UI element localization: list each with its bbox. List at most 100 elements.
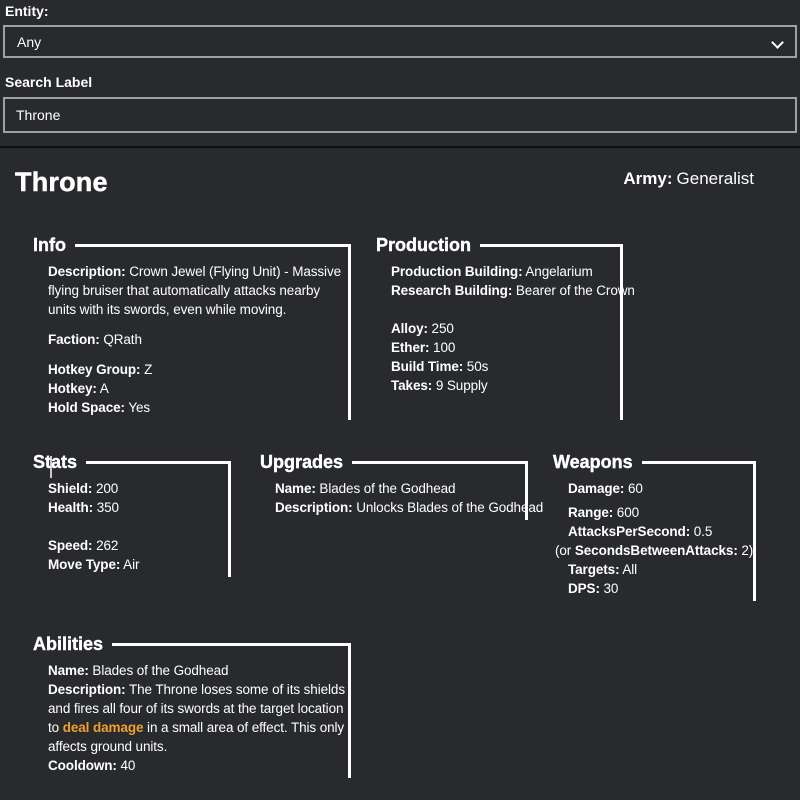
- stat-line: Description: Crown Jewel (Flying Unit) -…: [48, 262, 345, 319]
- stat-value: 250: [428, 321, 454, 336]
- text-cursor: [50, 456, 52, 478]
- stat-line: Research Building: Bearer of the Crown: [391, 281, 617, 300]
- army-value: Generalist: [677, 169, 754, 188]
- stat-label: Hotkey Group:: [48, 362, 140, 377]
- section-weapons: Weapons Damage: 60 Range: 600 AttacksPerSec…: [553, 451, 756, 601]
- stat-line: Hotkey Group: Z: [48, 360, 345, 379]
- army-info: Army: Generalist: [623, 166, 754, 189]
- stat-label: Hotkey:: [48, 381, 97, 396]
- stat-label: Description:: [48, 264, 126, 279]
- stat-label: Name:: [48, 663, 89, 678]
- stat-value: Blades of the Godhead: [89, 663, 229, 678]
- stat-label: Cooldown:: [48, 758, 117, 773]
- stat-value: Bearer of the Crown: [512, 283, 635, 298]
- stat-value: All: [619, 562, 637, 577]
- stat-label: Alloy:: [391, 321, 428, 336]
- search-label: Search Label: [5, 74, 797, 90]
- stat-label: Takes:: [391, 378, 432, 393]
- stat-label: Damage:: [568, 481, 624, 496]
- paragraph: Alloy: 250 Ether: 100 Build Time: 50s Takes…: [391, 319, 617, 395]
- stat-line: Name: Blades of the Godhead: [275, 479, 522, 498]
- stat-value: 262: [92, 538, 118, 553]
- stat-value: Air: [120, 557, 139, 572]
- paragraph: Production Building: AngelariumResearch …: [391, 262, 617, 300]
- entity-select[interactable]: Any: [3, 25, 797, 58]
- stat-value: 9 Supply: [432, 378, 487, 393]
- section-header: Abilities: [33, 633, 351, 655]
- section-title: Upgrades: [260, 451, 343, 473]
- stat-line: Hotkey: A: [48, 379, 345, 398]
- section-header: Production: [376, 234, 623, 256]
- stat-value: 600: [613, 505, 639, 520]
- section-body: Description: Crown Jewel (Flying Unit) -…: [33, 256, 351, 417]
- stat-label: Health:: [48, 500, 93, 515]
- stat-line: Production Building: Angelarium: [391, 262, 617, 281]
- stat-value: 2): [738, 543, 753, 558]
- section-header-line: [480, 244, 623, 247]
- army-label: Army:: [623, 169, 672, 188]
- section-right-line: [348, 244, 351, 420]
- stat-label: Faction:: [48, 332, 100, 347]
- stat-value: 50s: [463, 359, 488, 374]
- entity-label: Entity:: [5, 3, 797, 19]
- stat-line: Faction: QRath: [48, 330, 345, 349]
- paragraph: Faction: QRath: [48, 330, 345, 349]
- stat-value: A: [97, 381, 109, 396]
- search-input[interactable]: [3, 97, 797, 133]
- section-header: Weapons: [553, 451, 756, 473]
- paragraph: Description: Crown Jewel (Flying Unit) -…: [48, 262, 345, 319]
- stat-value: Blades of the Godhead: [316, 481, 456, 496]
- section-row: StatsShield: 200Health: 350Speed: 262Mov…: [33, 451, 797, 601]
- stat-label: Name:: [275, 481, 316, 496]
- stat-value: 40: [117, 758, 135, 773]
- section-body: Damage: 60 Range: 600 AttacksPerSecond: 0.…: [553, 473, 756, 598]
- section-body: Name: Blades of the GodheadDescription: …: [33, 655, 351, 775]
- stat-line: Hold Space: Yes: [48, 398, 345, 417]
- section-header-line: [86, 461, 231, 464]
- paragraph: Range: 600AttacksPerSecond: 0.5(or Secon…: [568, 503, 750, 598]
- section-info: Info Description: Crown Jewel (Flying Uni…: [33, 234, 351, 420]
- stat-label: Build Time:: [391, 359, 463, 374]
- highlighted-text: deal damage: [63, 720, 144, 735]
- stat-label: Production Building:: [391, 264, 522, 279]
- section-header-line: [112, 643, 351, 646]
- paragraph: Hotkey Group: ZHotkey: AHold Space: Yes: [48, 360, 345, 417]
- section-title: Production: [376, 234, 471, 256]
- stat-line: DPS: 30: [568, 579, 750, 598]
- section-title: Abilities: [33, 633, 103, 655]
- paragraph: Speed: 262Move Type: Air: [48, 536, 225, 574]
- stat-label: DPS:: [568, 581, 600, 596]
- section-right-line: [228, 461, 231, 577]
- section-row: Abilities Name: Blades of the Godhead Desc…: [33, 633, 797, 778]
- section-right-line: [620, 244, 623, 420]
- app-root: { "colors": { "bg": "#292a2e", "text": "…: [0, 0, 800, 800]
- stat-label: Description:: [48, 682, 126, 697]
- section-title: Info: [33, 234, 66, 256]
- section-title: Weapons: [553, 451, 633, 473]
- stat-line: Speed: 262: [48, 536, 225, 555]
- sections-container: Info Description: Crown Jewel (Flying Uni…: [3, 234, 797, 778]
- section-right-line: [348, 643, 351, 778]
- stat-label: Hold Space:: [48, 400, 125, 415]
- stat-label: AttacksPerSecond:: [568, 524, 690, 539]
- stat-line: Ether: 100: [391, 338, 617, 357]
- chevron-down-icon: [771, 36, 784, 49]
- paragraph: Shield: 200Health: 350: [48, 479, 225, 517]
- stat-line: Name: Blades of the Godhead: [48, 661, 345, 680]
- stat-value: Unlocks Blades of the Godhead: [353, 500, 544, 515]
- stat-label: Targets:: [568, 562, 619, 577]
- stat-label: Speed:: [48, 538, 92, 553]
- section-right-line: [525, 461, 528, 520]
- section-header-line: [642, 461, 756, 464]
- stat-value: (or: [555, 543, 575, 558]
- stat-label: Description:: [275, 500, 353, 515]
- stat-value: 100: [429, 340, 455, 355]
- stat-value: 60: [624, 481, 642, 496]
- stat-value: Yes: [125, 400, 150, 415]
- section-body: Production Building: AngelariumResearch …: [376, 256, 623, 395]
- stat-label: Range:: [568, 505, 613, 520]
- stat-value: 350: [93, 500, 119, 515]
- stat-value: 0.5: [690, 524, 712, 539]
- stat-line: (or SecondsBetweenAttacks: 2): [555, 541, 750, 560]
- stat-line: Damage: 60: [568, 479, 750, 498]
